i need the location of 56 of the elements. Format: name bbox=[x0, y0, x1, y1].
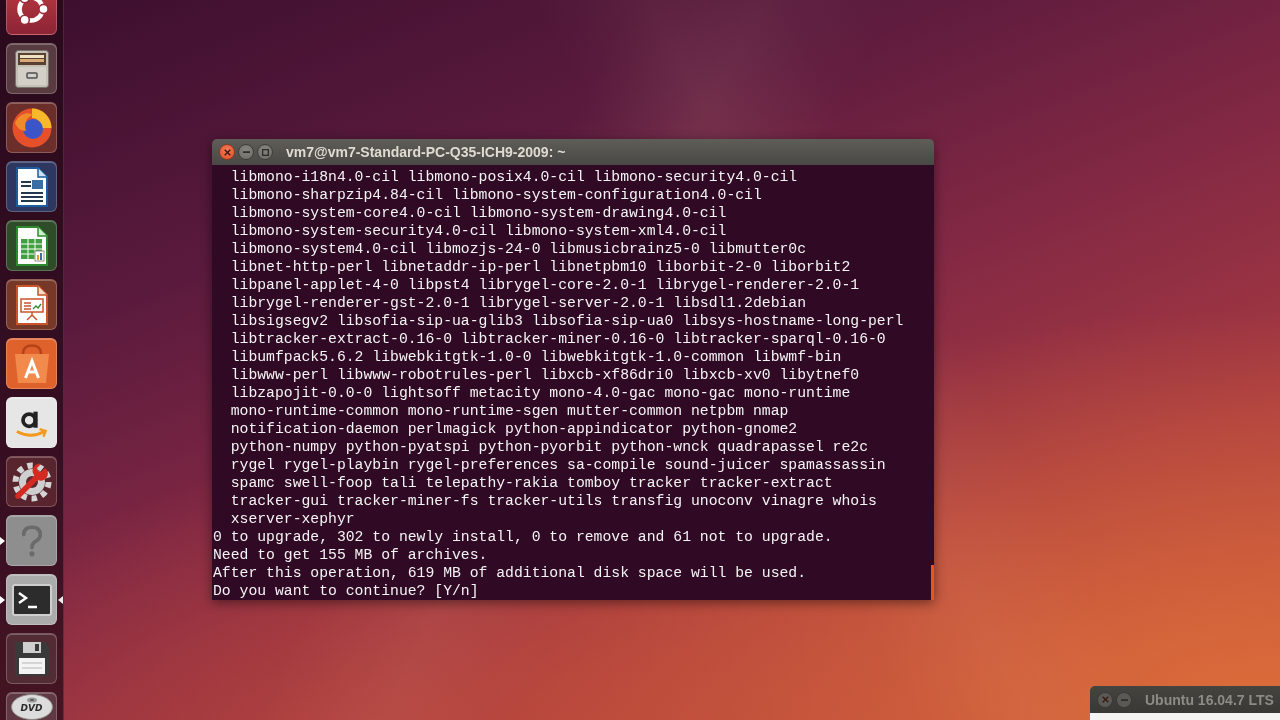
terminal-output-line: notification-daemon perlmagick python-appindicator python-gnome2 bbox=[229, 420, 798, 438]
terminal-output-line: libmono-i18n4.0-cil libmono-posix4.0-cil libmono-security4.0-cil bbox=[229, 168, 798, 186]
terminal-output-line: After this operation, 619 MB of additional disk space will be used. bbox=[213, 564, 807, 582]
maximize-icon bbox=[261, 148, 269, 156]
terminal-output-line: librygel-renderer-gst-2.0-1 librygel-server-2.0-1 libsdl1.2debian bbox=[229, 294, 807, 312]
terminal-icon bbox=[11, 583, 52, 616]
terminal-output-line: Need to get 155 MB of archives. bbox=[213, 546, 488, 564]
file-cabinet-icon bbox=[14, 49, 49, 88]
terminal-output-line: libmono-sharpzip4.84-cil libmono-system-configuration4.0-cil bbox=[229, 186, 762, 204]
close-icon bbox=[223, 148, 231, 156]
close-icon bbox=[1101, 696, 1109, 703]
launcher-button[interactable]: DVD bbox=[6, 692, 57, 720]
terminal-output-line: libmono-system4.0-cil libmozjs-24-0 libmusicbrainz5-0 libmutter0c bbox=[229, 240, 807, 258]
terminal-output-line: Do you want to continue? [Y/n] bbox=[213, 582, 479, 600]
terminal-output-line: libmono-system-security4.0-cil libmono-system-xml4.0-cil bbox=[229, 222, 727, 240]
terminal-output-line: libnet-http-perl libnetaddr-ip-perl libnetpbm10 liborbit-2-0 liborbit2 bbox=[229, 258, 851, 276]
terminal-output-line: libumfpack5.6.2 libwebkitgtk-1.0-0 libwebkitgtk-1.0-common libwmf-bin bbox=[229, 348, 842, 366]
window-title: Ubuntu 16.04.7 LTS bbox=[1145, 691, 1274, 708]
terminal-output-line: libtracker-extract-0.16-0 libtracker-miner-0.16-0 libtracker-sparql-0.16-0 bbox=[229, 330, 886, 348]
terminal-output-line: tracker-gui tracker-miner-fs tracker-utils transfig unoconv vinagre whois bbox=[229, 492, 877, 510]
launcher-button[interactable] bbox=[6, 397, 57, 448]
terminal-output-line: 0 to upgrade, 302 to newly install, 0 to remove and 61 not to upgrade. bbox=[213, 528, 833, 546]
terminal-output-line: python-numpy python-pyatspi python-pyorbit python-wnck quadrapassel re2c bbox=[229, 438, 868, 456]
terminal-output-line: libzapojit-0.0-0 lightsoff metacity mono-4.0-gac mono-gac mono-runtime bbox=[229, 384, 851, 402]
terminal-output-line: libmono-system-core4.0-cil libmono-system-drawing4.0-cil bbox=[229, 204, 727, 222]
gear-wrench-icon bbox=[11, 461, 52, 502]
shopping-bag-icon bbox=[13, 343, 50, 384]
minimize-icon bbox=[1120, 698, 1128, 701]
launcher-button[interactable] bbox=[6, 220, 57, 271]
window-title: vm7@vm7-Standard-PC-Q35-ICH9-2009: ~ bbox=[286, 144, 566, 160]
launcher-button[interactable] bbox=[6, 279, 57, 330]
terminal-output-line: rygel rygel-playbin rygel-preferences sa-compile sound-juicer spamassassin bbox=[229, 456, 886, 474]
terminal-output-line: libpanel-applet-4-0 libpst4 librygel-core-2.0-1 librygel-renderer-2.0-1 bbox=[229, 276, 860, 294]
question-mark-icon bbox=[20, 524, 43, 557]
launcher-button[interactable] bbox=[6, 43, 57, 94]
spreadsheet-icon bbox=[15, 225, 48, 266]
text-document-icon bbox=[15, 166, 48, 207]
launcher-button[interactable] bbox=[6, 102, 57, 153]
minimize-button[interactable] bbox=[238, 144, 254, 160]
terminal-output-line: libsigsegv2 libsofia-sip-ua-glib3 libsofia-sip-ua0 libsys-hostname-long-perl bbox=[229, 312, 904, 330]
launcher-button[interactable] bbox=[6, 161, 57, 212]
presentation-icon bbox=[15, 284, 48, 325]
terminal-output-line: mono-runtime-common mono-runtime-sgen mutter-common netpbm nmap bbox=[229, 402, 789, 420]
terminal-output-line: spamc swell-foop tali telepathy-rakia tomboy tracker tracker-extract bbox=[229, 474, 833, 492]
launcher-button[interactable] bbox=[6, 574, 57, 625]
launcher-button[interactable] bbox=[6, 633, 57, 684]
minimize-icon bbox=[242, 151, 250, 153]
close-button[interactable] bbox=[219, 144, 235, 160]
terminal-output-line: xserver-xephyr bbox=[229, 510, 355, 528]
disc-icon bbox=[10, 694, 53, 720]
maximize-button[interactable] bbox=[257, 144, 273, 160]
scrollbar-thumb[interactable] bbox=[931, 565, 934, 600]
ring-dots-icon bbox=[14, 0, 49, 27]
launcher-button[interactable] bbox=[6, 456, 57, 507]
fox-globe-icon bbox=[11, 107, 52, 148]
terminal-output-line: libwww-perl libwww-robotrules-perl libxcb-xf86dri0 libxcb-xv0 libytnef0 bbox=[229, 366, 860, 384]
